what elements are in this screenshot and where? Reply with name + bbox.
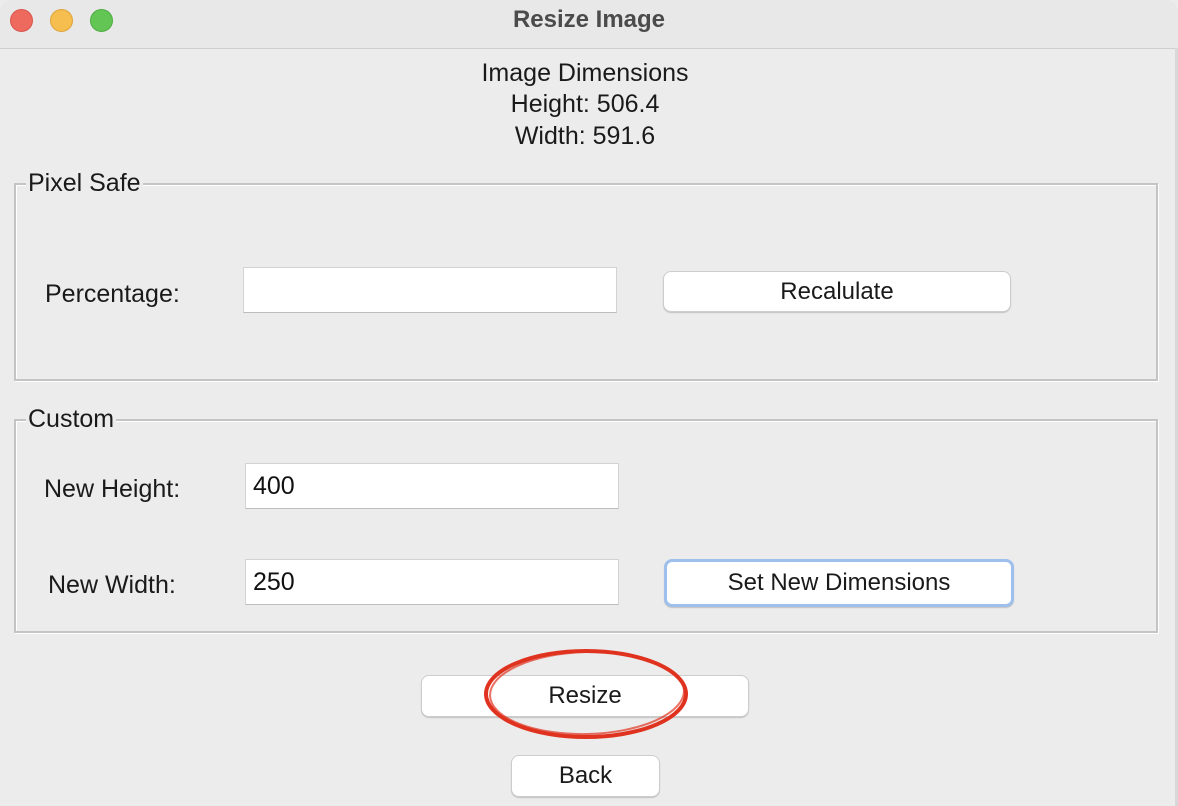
image-dimensions-heading: Image Dimensions (481, 59, 689, 87)
title-bar[interactable]: Resize Image (0, 0, 1178, 49)
resize-button[interactable]: Resize (421, 675, 749, 717)
set-new-dimensions-button[interactable]: Set New Dimensions (664, 559, 1014, 607)
resize-image-window: Resize Image Image Dimensions Height: 50… (0, 0, 1178, 806)
back-button[interactable]: Back (511, 755, 660, 797)
new-height-input[interactable] (245, 463, 619, 509)
percentage-input[interactable] (243, 267, 617, 313)
percentage-label: Percentage: (45, 280, 180, 308)
pixel-safe-group-title: Pixel Safe (26, 169, 143, 198)
new-width-label: New Width: (48, 571, 176, 599)
image-width-text: Width: 591.6 (514, 122, 656, 150)
image-height-text: Height: 506.4 (510, 90, 660, 118)
window-title: Resize Image (512, 6, 666, 33)
recalculate-button[interactable]: Recalulate (663, 271, 1011, 312)
new-height-label: New Height: (44, 475, 181, 503)
custom-group-title: Custom (26, 405, 117, 434)
new-width-input[interactable] (245, 559, 619, 605)
